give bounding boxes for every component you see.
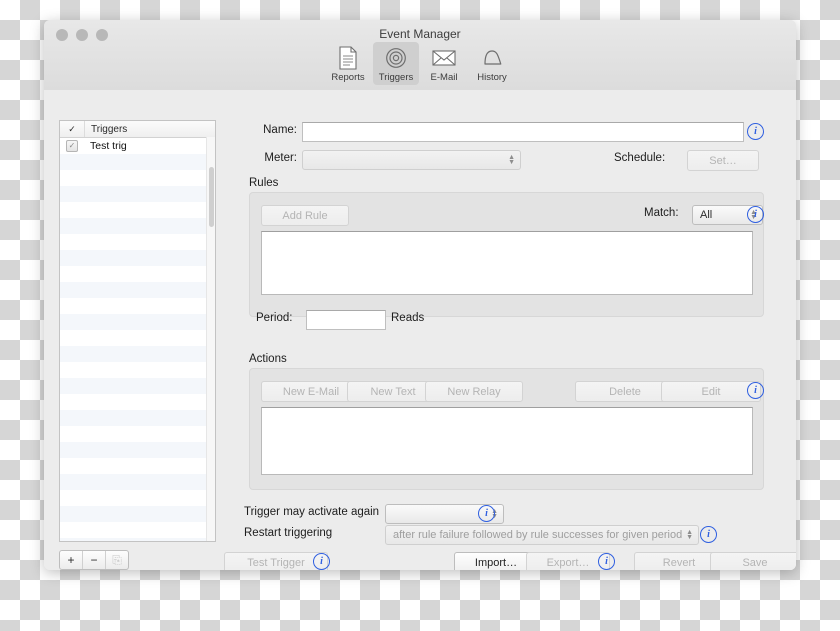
restart-triggering-info-icon[interactable]: i xyxy=(700,526,717,543)
match-label: Match: xyxy=(644,207,679,219)
meter-label: Meter: xyxy=(264,152,297,164)
list-empty-row xyxy=(60,394,215,410)
list-empty-row xyxy=(60,442,215,458)
restart-triggering-value: after rule failure followed by rule succ… xyxy=(393,529,683,541)
list-item-label: Test trig xyxy=(90,140,127,152)
list-empty-row xyxy=(60,506,215,522)
meter-select[interactable]: ▲ ▼ xyxy=(302,150,521,170)
activate-again-info-icon[interactable]: i xyxy=(478,505,495,522)
envelope-icon xyxy=(432,45,456,71)
save-button: Save xyxy=(710,552,796,570)
list-empty-row xyxy=(60,298,215,314)
toolbar-item-label: History xyxy=(477,72,507,83)
toolbar-item-triggers[interactable]: Triggers xyxy=(373,42,419,85)
list-empty-row xyxy=(60,170,215,186)
period-label: Period: xyxy=(256,312,293,324)
row-checkbox-cell[interactable]: ✓ xyxy=(60,140,84,152)
triggers-list[interactable]: ✓ Triggers ✓ Test trig xyxy=(59,120,216,542)
toolbar-item-email[interactable]: E-Mail xyxy=(421,42,467,85)
name-input[interactable] xyxy=(302,122,744,142)
rules-info-icon[interactable]: i xyxy=(747,206,764,223)
chevron-updown-icon: ▲ ▼ xyxy=(686,529,693,541)
window-title: Event Manager xyxy=(379,27,461,41)
name-info-icon[interactable]: i xyxy=(747,123,764,140)
toolbar-item-label: E-Mail xyxy=(430,72,458,83)
app-window: Event Manager Reports Triggers E-Mail Hi… xyxy=(44,20,796,570)
list-empty-row xyxy=(60,282,215,298)
window-content: ✓ Triggers ✓ Test trig + − ⎘ Name: i Met… xyxy=(44,90,796,570)
actions-list[interactable] xyxy=(261,407,753,475)
list-empty-row xyxy=(60,266,215,282)
duplicate-trigger-button: ⎘ xyxy=(112,552,122,567)
add-rule-button: Add Rule xyxy=(261,205,349,226)
target-icon xyxy=(385,45,407,71)
list-empty-row xyxy=(60,490,215,506)
schedule-label: Schedule: xyxy=(614,152,666,164)
list-empty-row xyxy=(60,378,215,394)
new-relay-button: New Relay xyxy=(425,381,523,402)
toolbar-item-reports[interactable]: Reports xyxy=(325,42,371,85)
document-icon xyxy=(338,45,358,71)
restart-triggering-select[interactable]: after rule failure followed by rule succ… xyxy=(385,525,699,545)
list-empty-row xyxy=(60,234,215,250)
list-empty-row xyxy=(60,330,215,346)
list-empty-row xyxy=(60,314,215,330)
period-input[interactable] xyxy=(306,310,386,330)
delete-action-button: Delete xyxy=(575,381,675,402)
rules-section-title: Rules xyxy=(249,177,279,189)
toolbar-item-label: Triggers xyxy=(378,72,414,83)
list-empty-row xyxy=(60,362,215,378)
remove-trigger-button[interactable]: − xyxy=(83,551,106,569)
edit-action-button: Edit xyxy=(661,381,761,402)
list-empty-row xyxy=(60,186,215,202)
period-unit-label: Reads xyxy=(391,312,425,324)
list-scrollbar[interactable] xyxy=(206,137,215,541)
export-info-icon[interactable]: i xyxy=(598,553,615,570)
actions-info-icon[interactable]: i xyxy=(747,382,764,399)
toolbar: Reports Triggers E-Mail History xyxy=(44,42,796,85)
list-empty-row xyxy=(60,426,215,442)
activate-again-label: Trigger may activate again xyxy=(244,506,380,518)
bell-icon xyxy=(481,45,503,71)
list-empty-row xyxy=(60,346,215,362)
chevron-updown-icon: ▲ ▼ xyxy=(508,154,515,166)
toolbar-item-label: Reports xyxy=(331,72,365,83)
schedule-set-button: Set… xyxy=(687,150,759,171)
list-empty-row xyxy=(60,202,215,218)
rules-list[interactable] xyxy=(261,231,753,295)
list-empty-row xyxy=(60,538,215,541)
list-empty-row xyxy=(60,154,215,170)
name-label: Name: xyxy=(263,124,297,136)
list-empty-row xyxy=(60,458,215,474)
list-empty-row xyxy=(60,218,215,234)
checkbox-checked-icon[interactable]: ✓ xyxy=(66,140,78,152)
restart-triggering-label: Restart triggering xyxy=(244,527,333,539)
list-empty-row xyxy=(60,474,215,490)
list-segmented-control[interactable]: + − ⎘ xyxy=(59,550,129,570)
enabled-column-header: ✓ xyxy=(60,121,85,137)
list-scrollbar-thumb[interactable] xyxy=(209,167,214,227)
name-column-header: Triggers xyxy=(91,123,128,135)
list-item[interactable]: ✓ Test trig xyxy=(60,138,215,154)
test-trigger-info-icon[interactable]: i xyxy=(313,553,330,570)
add-trigger-button[interactable]: + xyxy=(60,551,83,569)
list-empty-row xyxy=(60,410,215,426)
window-titlebar: Event Manager Reports Triggers E-Mail Hi… xyxy=(44,20,796,91)
new-email-button: New E-Mail xyxy=(261,381,361,402)
list-empty-row xyxy=(60,522,215,538)
toolbar-item-history[interactable]: History xyxy=(469,42,515,85)
actions-section-title: Actions xyxy=(249,353,287,365)
match-select-value: All xyxy=(700,209,713,221)
list-empty-row xyxy=(60,250,215,266)
triggers-list-header: ✓ Triggers xyxy=(60,121,215,138)
